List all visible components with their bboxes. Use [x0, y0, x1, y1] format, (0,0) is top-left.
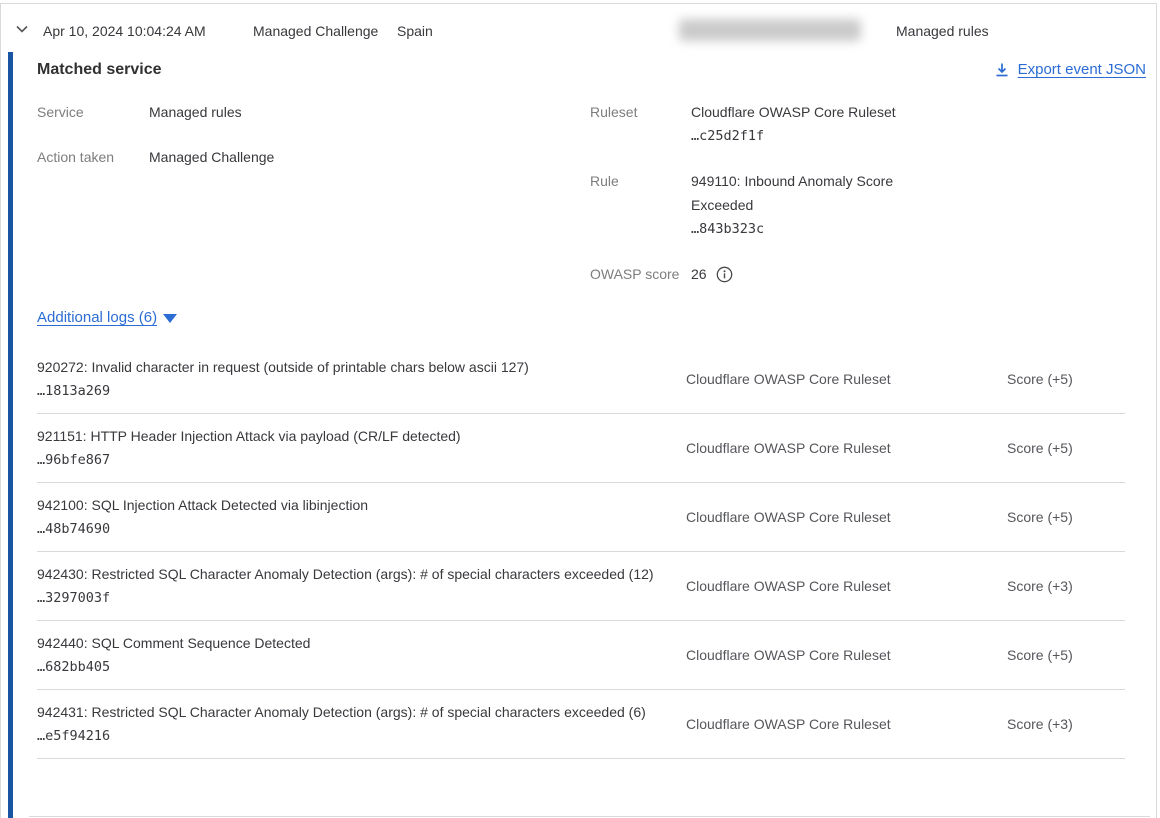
log-score: Score (+5) [1007, 509, 1125, 525]
rule-id: …843b323c [691, 217, 929, 241]
field-label: Service [37, 100, 149, 124]
field-value: Managed Challenge [149, 145, 387, 169]
owasp-score-value: 26 [691, 262, 707, 286]
rule-name: 949110: Inbound Anomaly Score Exceeded [691, 169, 929, 217]
log-description: 942100: SQL Injection Attack Detected vi… [37, 493, 656, 517]
field-value: 26 [691, 262, 929, 286]
ruleset-name: Cloudflare OWASP Core Ruleset [691, 100, 929, 124]
log-row: 942100: SQL Injection Attack Detected vi… [37, 483, 1125, 552]
field-label: Ruleset [590, 100, 691, 148]
log-rule-id: …48b74690 [37, 517, 656, 541]
log-row: 942430: Restricted SQL Character Anomaly… [37, 552, 1125, 621]
event-action: Managed Challenge [253, 23, 378, 39]
panel-title: Matched service [37, 61, 162, 79]
field-value: Managed rules [149, 100, 387, 124]
firewall-event-expanded-row: Apr 10, 2024 10:04:24 AM Managed Challen… [0, 3, 1157, 818]
log-description: 942440: SQL Comment Sequence Detected [37, 631, 656, 655]
log-row: 942431: Restricted SQL Character Anomaly… [37, 690, 1125, 759]
field-action-taken: Action taken Managed Challenge [37, 145, 457, 169]
detail-fields-left: Service Managed rules Action taken Manag… [37, 100, 457, 190]
field-owasp-score: OWASP score 26 [590, 262, 950, 286]
log-score: Score (+5) [1007, 371, 1125, 387]
export-event-json-label: Export event JSON [1018, 61, 1146, 78]
log-row: 921151: HTTP Header Injection Attack via… [37, 414, 1125, 483]
field-label: Rule [590, 169, 691, 241]
field-rule: Rule 949110: Inbound Anomaly Score Excee… [590, 169, 950, 241]
event-timestamp: Apr 10, 2024 10:04:24 AM [43, 23, 206, 39]
log-score: Score (+3) [1007, 578, 1125, 594]
event-summary-row[interactable]: Apr 10, 2024 10:04:24 AM Managed Challen… [1, 4, 1156, 52]
log-description: 921151: HTTP Header Injection Attack via… [37, 424, 656, 448]
redacted-value [679, 19, 861, 41]
log-ruleset: Cloudflare OWASP Core Ruleset [686, 578, 1007, 594]
log-score: Score (+5) [1007, 440, 1125, 456]
log-rule-id: …1813a269 [37, 379, 656, 403]
section-bottom-divider [29, 816, 1150, 817]
additional-logs-table: 920272: Invalid character in request (ou… [37, 345, 1125, 759]
export-event-json-link[interactable]: Export event JSON [994, 61, 1146, 78]
log-rule-id: …e5f94216 [37, 724, 656, 748]
field-value: 949110: Inbound Anomaly Score Exceeded …… [691, 169, 929, 241]
log-ruleset: Cloudflare OWASP Core Ruleset [686, 716, 1007, 732]
log-row: 942440: SQL Comment Sequence Detected …6… [37, 621, 1125, 690]
field-label: OWASP score [590, 262, 691, 286]
ruleset-id: …c25d2f1f [691, 124, 929, 148]
log-description: 942430: Restricted SQL Character Anomaly… [37, 562, 656, 586]
additional-logs-label: Additional logs (6) [37, 309, 157, 326]
log-description: 920272: Invalid character in request (ou… [37, 355, 656, 379]
event-country: Spain [397, 23, 433, 39]
log-ruleset: Cloudflare OWASP Core Ruleset [686, 371, 1007, 387]
log-score: Score (+3) [1007, 716, 1125, 732]
log-rule-id: …96bfe867 [37, 448, 656, 472]
log-ruleset: Cloudflare OWASP Core Ruleset [686, 509, 1007, 525]
chevron-down-icon[interactable] [14, 21, 30, 37]
detail-fields-right: Ruleset Cloudflare OWASP Core Ruleset …c… [590, 100, 950, 307]
log-rule-id: …682bb405 [37, 655, 656, 679]
log-score: Score (+5) [1007, 647, 1125, 663]
log-rule-id: …3297003f [37, 586, 656, 610]
download-icon [994, 62, 1010, 78]
field-ruleset: Ruleset Cloudflare OWASP Core Ruleset …c… [590, 100, 950, 148]
log-ruleset: Cloudflare OWASP Core Ruleset [686, 440, 1007, 456]
field-value: Cloudflare OWASP Core Ruleset …c25d2f1f [691, 100, 929, 148]
log-ruleset: Cloudflare OWASP Core Ruleset [686, 647, 1007, 663]
expanded-row-accent-bar [8, 52, 13, 818]
log-description: 942431: Restricted SQL Character Anomaly… [37, 700, 656, 724]
log-row: 920272: Invalid character in request (ou… [37, 345, 1125, 414]
field-service: Service Managed rules [37, 100, 457, 124]
info-icon[interactable] [716, 266, 733, 283]
additional-logs-toggle[interactable]: Additional logs (6) [37, 309, 177, 326]
triangle-down-icon [163, 314, 177, 323]
event-service: Managed rules [896, 23, 989, 39]
field-label: Action taken [37, 145, 149, 169]
